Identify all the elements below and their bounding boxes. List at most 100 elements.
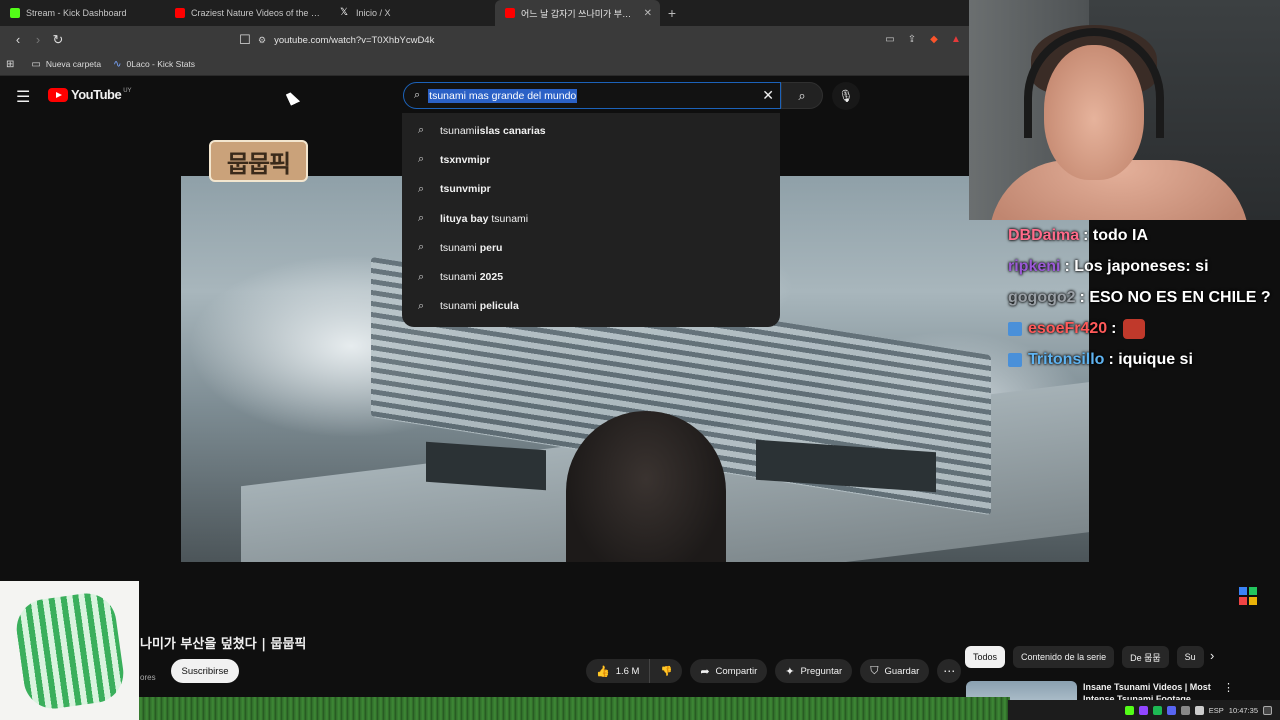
suggestion-item[interactable]: ⌕ tsunami islas canarias [402,116,780,145]
dislike-button[interactable]: 👎 [650,659,683,683]
bookmarks-bar: ⊞ ▭ Nueva carpeta ∿ 0Laco - Kick Stats [0,53,970,76]
chat-text: : todo IA [1083,226,1149,244]
tab-x-home[interactable]: 𝕏 Inicio / X [330,0,495,26]
bookmark-label: 0Laco - Kick Stats [126,59,196,69]
youtube-logo[interactable]: YouTube UY [48,87,132,102]
kick-icon [10,8,20,18]
chip-series[interactable]: Contenido de la serie [1013,646,1115,668]
steam-tray-icon[interactable] [1180,705,1190,715]
chat-username: DBDaima [1008,226,1080,244]
suggestion-item[interactable]: ⌕ tsunami 2025 [402,262,780,291]
tab-label: 어느 날 갑자기 쓰나미가 부산을 [521,8,638,19]
bookmark-nueva-carpeta[interactable]: ▭ Nueva carpeta [31,59,101,70]
browser-toolbar: ‹ › ↻ ☐ ⚙ youtube.com/watch?v=T0XhbYcwD4… [0,26,970,53]
hamburger-menu-icon[interactable]: ☰ [16,87,30,107]
ask-label: Preguntar [800,665,843,677]
thumbs-up-icon: 👍 [596,665,610,678]
chevron-right-icon[interactable]: › [1210,648,1214,663]
search-icon: ⌕ [418,270,425,283]
suggestion-item[interactable]: ⌕ tsxnvmipr [402,145,780,174]
volume-icon[interactable] [1194,705,1204,715]
screen: Stream - Kick Dashboard Craziest Nature … [0,0,1280,720]
clock[interactable]: 10:47:35 [1229,706,1258,715]
youtube-icon [505,8,515,18]
close-tab-icon[interactable]: ✕ [644,8,652,19]
search-icon: ⌕ [798,87,806,103]
chip-from-channel[interactable]: De 뭅뭅 [1122,646,1169,668]
spotify-tray-icon[interactable] [1152,705,1162,715]
brave-shield-icon[interactable]: ◆ [926,30,942,48]
suggestion-prefix: tsunami [440,300,480,313]
suggestion-completion: 2025 [479,271,504,284]
chip-more[interactable]: Su [1176,646,1204,668]
discord-tray-icon[interactable] [1166,705,1176,715]
video-frame-window [426,441,546,491]
back-button[interactable]: ‹ [8,30,28,50]
chat-username: Tritonsillo [1028,350,1105,368]
ask-button[interactable]: ✦ Preguntar [775,659,853,683]
search-icon: ⌕ [418,299,425,312]
voice-search-button[interactable]: 🎙 [832,82,860,110]
clear-search-icon[interactable]: ✕ [762,87,774,104]
more-vert-icon[interactable]: ⋮ [1223,681,1234,694]
suggestion-completion: tsxnvmipr [440,153,491,166]
search-button[interactable]: ⌕ [781,82,823,109]
browser-tab-bar: Stream - Kick Dashboard Craziest Nature … [0,0,970,26]
twitch-tray-icon[interactable] [1138,705,1148,715]
reload-button[interactable]: ↻ [48,30,68,50]
search-suggestions: ⌕ tsunami islas canarias ⌕ tsxnvmipr ⌕ t… [402,113,780,327]
suggestion-item[interactable]: ⌕ tsunvmipr [402,175,780,204]
suggestion-item[interactable]: ⌕ tsunami peru [402,233,780,262]
thumbs-down-icon: 👎 [660,665,673,677]
brave-rewards-icon[interactable]: ▲ [948,30,964,48]
share-arrow-icon: ➦ [700,665,710,678]
like-count: 1.6 M [615,665,640,677]
search-query-text: tsunami mas grande del mundo [428,88,578,103]
suggestion-item[interactable]: ⌕ lituya bay tsunami [402,204,780,233]
country-code: UY [123,87,132,94]
subscriber-count: ores [140,673,156,682]
tab-label: Inicio / X [356,8,391,18]
address-bar[interactable]: ⚙ youtube.com/watch?v=T0XhbYcwD4k [258,30,928,50]
chart-icon: ∿ [113,58,122,70]
search-input[interactable]: ⌕ tsunami mas grande del mundo ✕ [403,82,781,109]
chat-message: esoeFr420 : [1008,313,1280,344]
chat-message: ripkeni : Los japoneses: si [1008,251,1280,282]
chat-username: gogogo2 [1008,288,1076,306]
forward-button[interactable]: › [28,30,48,50]
language-indicator[interactable]: ESP [1209,706,1224,715]
url-text: youtube.com/watch?v=T0XhbYcwD4k [274,34,435,46]
apps-grid-icon[interactable]: ⊞ [6,59,19,70]
bookmark-star-icon[interactable]: ☐ [235,30,255,50]
share-icon[interactable]: ⇪ [904,30,920,48]
chip-all[interactable]: Todos [965,646,1006,668]
suggestion-item[interactable]: ⌕ tsunami pelicula [402,292,780,321]
chat-username: ripkeni [1008,257,1061,275]
subscriber-badge-icon [1008,321,1022,336]
suggestion-suffix: tsunami [488,212,529,225]
chat-message: DBDaima : todo IA [1008,220,1280,251]
kick-tray-icon[interactable] [1124,705,1134,715]
tab-kick-dashboard[interactable]: Stream - Kick Dashboard [0,0,165,26]
new-tab-button[interactable]: + [660,5,684,21]
tab-nature-videos[interactable]: Craziest Nature Videos of the Decade [165,0,330,26]
cast-icon[interactable]: ▭ [882,30,898,48]
site-info-icon[interactable]: ⚙ [258,35,266,46]
share-button[interactable]: ➦ Compartir [690,659,768,683]
bookmark-kick-stats[interactable]: ∿ 0Laco - Kick Stats [113,59,195,70]
save-button[interactable]: ⛉ Guardar [860,659,930,683]
like-button[interactable]: 👍 1.6 M [586,659,651,683]
video-frame-person [566,411,726,562]
more-actions-button[interactable]: ⋯ [937,659,962,683]
toolbar-extensions: ▭ ⇪ ◆ ▲ [882,30,964,48]
tab-active-video[interactable]: 어느 날 갑자기 쓰나미가 부산을 ✕ [495,0,660,26]
notification-icon[interactable] [1263,705,1272,715]
subscribe-button[interactable]: Suscribirse [171,659,239,683]
search-icon: ⌕ [418,124,425,137]
youtube-wordmark: YouTube [71,87,122,102]
related-filter-chips: Todos Contenido de la serie De 뭅뭅 Su [965,646,1227,668]
stream-chat-overlay: DBDaima : todo IA ripkeni : Los japonese… [1008,220,1280,375]
search-icon: ⌕ [414,89,421,101]
tab-label: Stream - Kick Dashboard [26,8,127,18]
search-icon: ⌕ [418,153,425,166]
